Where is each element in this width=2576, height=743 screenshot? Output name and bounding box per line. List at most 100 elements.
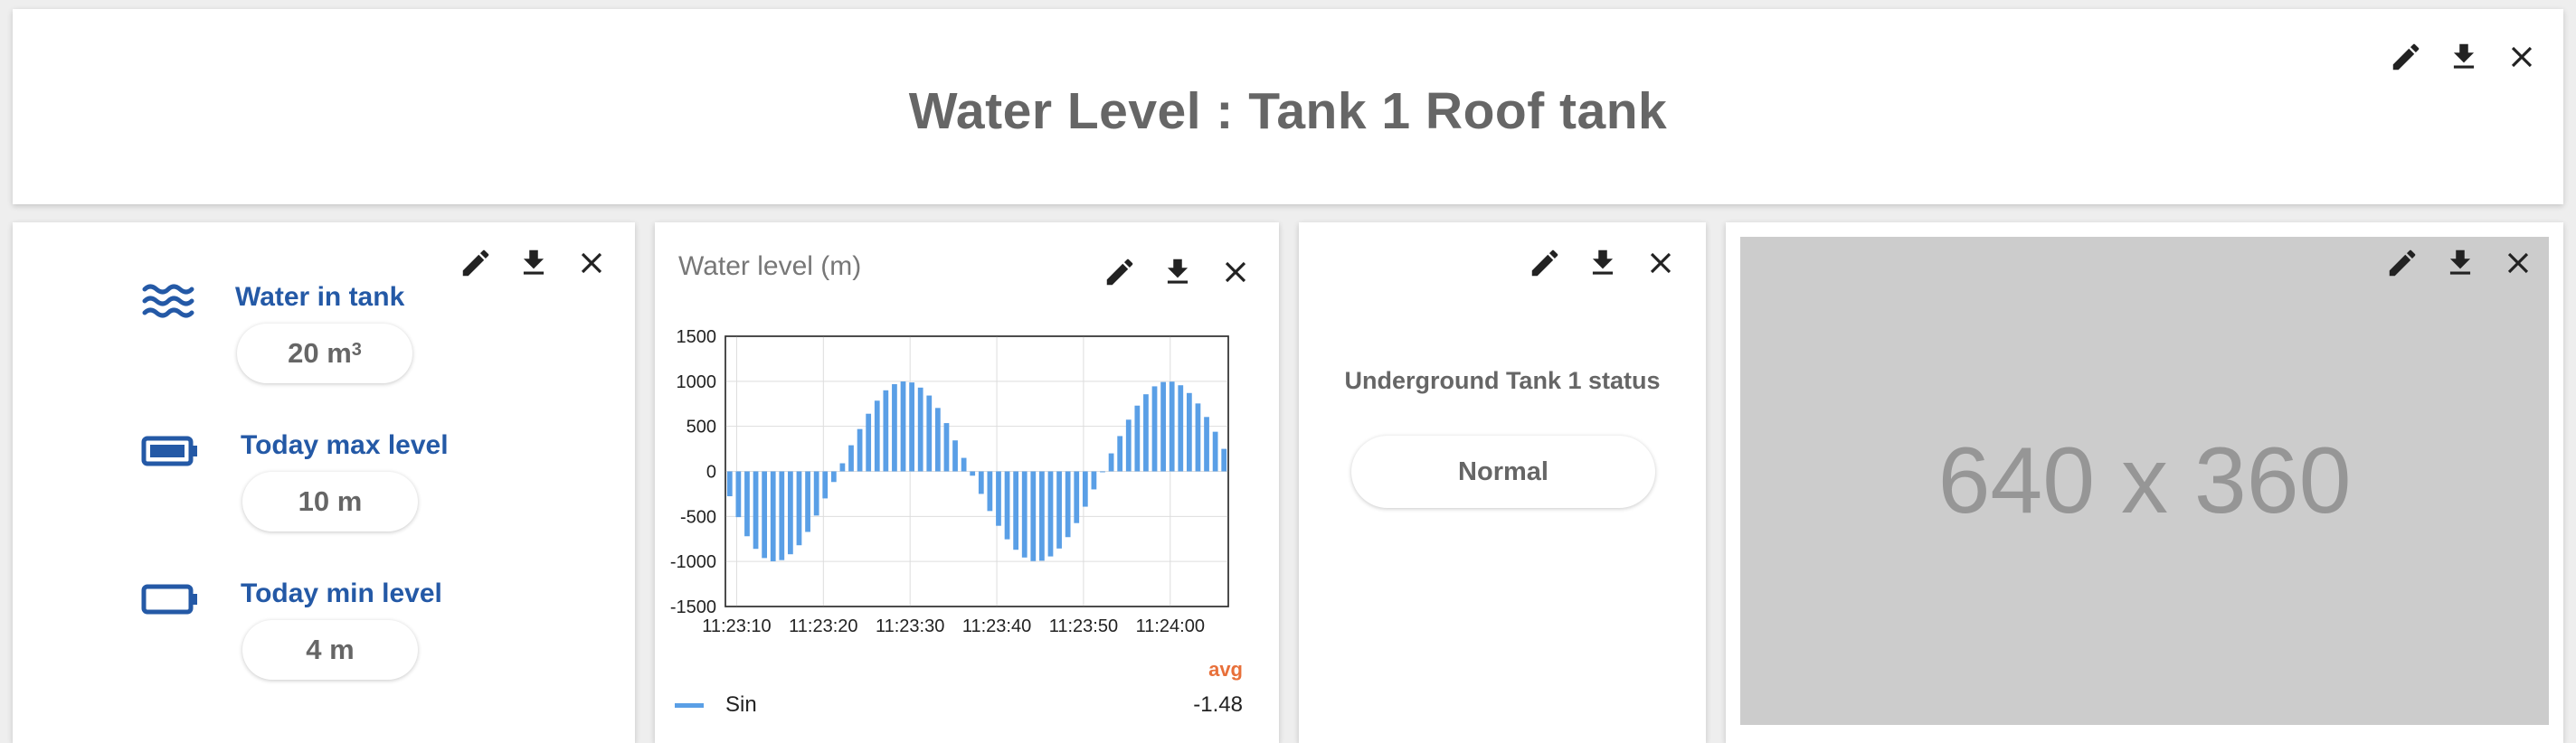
kpi-value-text: 20 m [288,337,352,369]
kpi-value-text: 4 m [306,634,355,665]
download-button[interactable] [1574,240,1632,286]
bar [892,384,897,472]
water-level-chart[interactable]: 1500 1000 500 0 -500 -1000 -150011:23:10 11:23:… [655,313,1279,647]
bar [762,471,768,559]
close-icon [2507,252,2529,274]
status-card: Underground Tank 1 status Normal [1299,222,1706,743]
bar [779,471,785,560]
y-tick-label: 1500 [677,327,717,347]
legend-series-avg: -1.48 [1193,692,1243,717]
bar [857,428,863,472]
bar [1065,471,1071,538]
download-button[interactable] [2435,34,2493,80]
bar [1125,419,1132,472]
placeholder-text: 640 x 360 [1937,428,2352,533]
dashboard-header-card: Water Level : Tank 1 Roof tank [13,9,2563,204]
bar [883,390,889,472]
edit-button[interactable] [447,240,505,286]
close-button[interactable] [2493,34,2551,80]
bar [1100,471,1105,473]
chart-title: Water level (m) [678,251,862,281]
kpi-value-max: 10 m [242,472,418,531]
bar [1030,471,1037,561]
y-tick-label: -1000 [670,552,716,572]
x-tick-label: 11:24:00 [1136,616,1205,636]
bar [1212,431,1218,472]
pencil-icon [462,249,489,277]
bar [813,471,819,516]
bar [996,471,1001,526]
waves-icon [141,282,195,320]
battery-full-icon [141,436,199,466]
kpi-card-actions [447,240,620,286]
download-button[interactable] [2431,240,2489,286]
download-icon [523,249,545,275]
kpi-label-max: Today max level [241,430,449,460]
image-card-actions [2373,240,2547,286]
pencil-icon [1106,259,1133,286]
kpi-value-water: 20 m3 [237,324,412,383]
bar [1074,471,1080,523]
y-tick-label: -500 [680,507,716,527]
bar [1056,471,1062,549]
kpi-value-unit-sup: 3 [351,339,362,360]
status-card-actions [1516,240,1690,286]
bar [1221,448,1227,472]
x-tick-label: 11:23:10 [702,616,771,636]
status-label: Underground Tank 1 status [1344,367,1661,394]
kpi-value-min: 4 m [242,620,418,680]
bar [830,471,837,483]
bar [866,413,872,472]
bar [1117,436,1123,472]
bar [848,445,854,472]
close-button[interactable] [2489,240,2547,286]
close-icon [1650,252,1672,274]
chart-card: Water level (m) 1500 1000 500 0 -500 -1000 -15… [655,222,1279,743]
pencil-icon [2392,43,2420,71]
close-icon [581,252,602,274]
bar [900,381,906,472]
bar [1195,403,1201,472]
bar [822,471,829,499]
y-tick-label: 0 [706,463,716,483]
x-tick-label: 11:23:20 [789,616,857,636]
download-icon [1167,259,1189,284]
close-button[interactable] [1207,249,1264,295]
bar [1021,471,1028,558]
download-icon [2453,43,2475,69]
image-placeholder: 640 x 360 [1740,237,2549,725]
edit-button[interactable] [2377,34,2435,80]
x-tick-label: 11:23:30 [876,616,944,636]
download-icon [1592,249,1614,275]
bar [753,471,759,550]
y-tick-label: 1000 [677,372,717,392]
bar [987,471,993,512]
bar [943,423,950,472]
edit-button[interactable] [1091,249,1149,295]
kpi-value-text: 10 m [298,485,363,517]
close-button[interactable] [1632,240,1690,286]
download-button[interactable] [1149,249,1207,295]
legend-series-name[interactable]: Sin [725,692,757,718]
battery-empty-icon [141,584,199,615]
chart-card-actions [1091,249,1264,295]
page-title: Water Level : Tank 1 Roof tank [908,82,1668,140]
close-button[interactable] [563,240,620,286]
legend-avg-header: avg [1208,658,1243,681]
bar [934,408,941,472]
kpi-label-water: Water in tank [235,282,405,312]
edit-button[interactable] [2373,240,2431,286]
status-value: Normal [1351,436,1655,508]
bar [1108,453,1114,472]
bar [1082,471,1088,507]
bar [1160,381,1166,472]
bar [1013,471,1019,550]
bar [1178,385,1184,472]
edit-button[interactable] [1516,240,1574,286]
download-button[interactable] [505,240,563,286]
bar [926,395,933,472]
legend-swatch [675,703,704,708]
bar [961,457,967,472]
bar [788,471,793,555]
bar [952,440,958,472]
